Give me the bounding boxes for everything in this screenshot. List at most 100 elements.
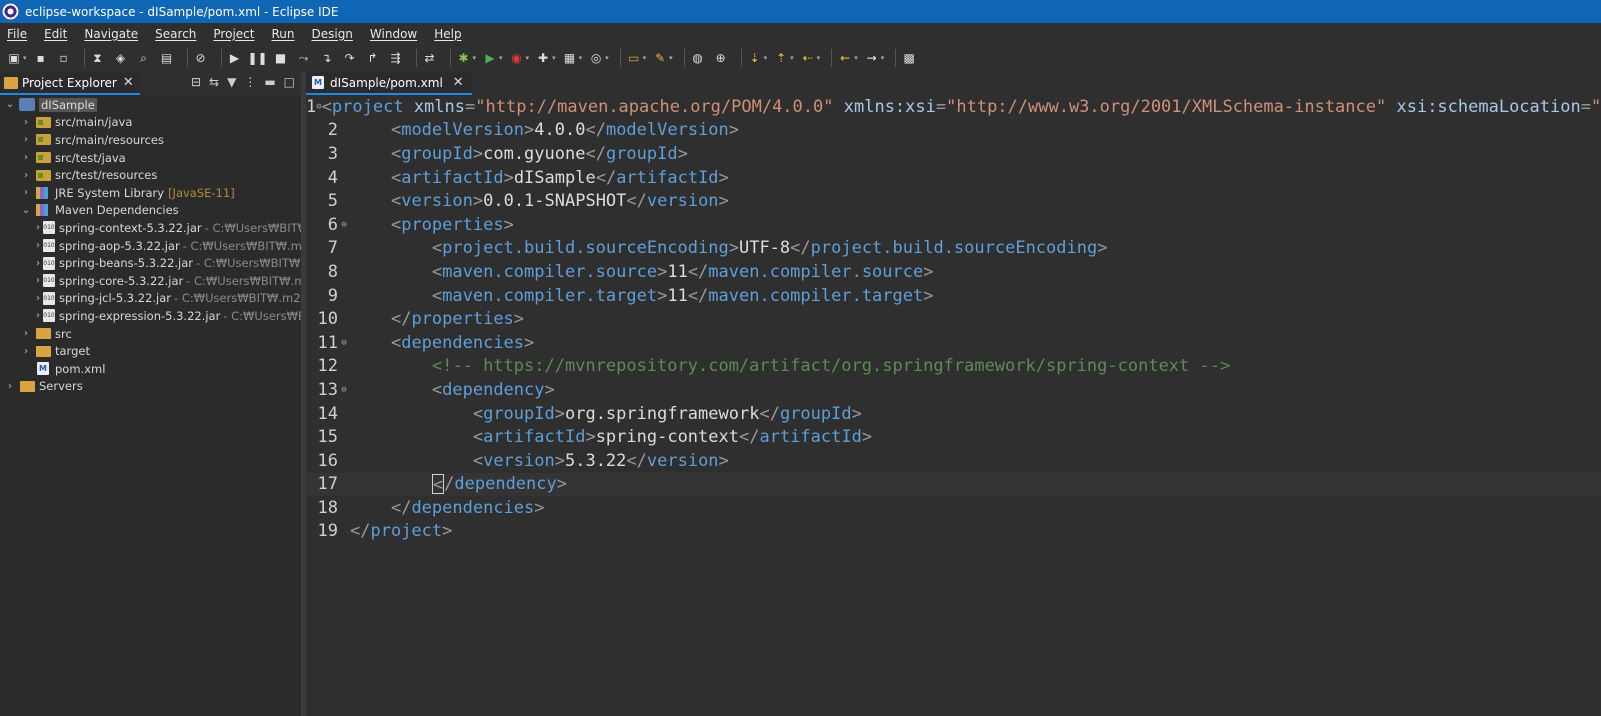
use-step-filters-icon[interactable]: ⇶ xyxy=(388,50,404,66)
new-java-project-icon[interactable]: ▦ xyxy=(562,50,578,66)
open-folder-icon[interactable]: ▭ xyxy=(626,50,642,66)
chevron-down-icon[interactable]: ▾ xyxy=(552,54,556,62)
tree-item[interactable]: › JRE System Library [JavaSE-11] xyxy=(0,184,301,202)
maximize-icon[interactable]: □ xyxy=(284,75,295,89)
code-line[interactable]: 7 <project.build.sourceEncoding>UTF-8</p… xyxy=(306,237,1601,261)
annotation-up-icon[interactable]: ⇡ xyxy=(773,50,789,66)
chevron-right-icon[interactable]: › xyxy=(36,293,40,304)
tree-item[interactable]: › 010 spring-aop-5.3.22.jar - C:₩Users₩BIT₩… xyxy=(0,237,321,255)
tab-pom-xml[interactable]: M dISample/pom.xml ✕ xyxy=(306,72,472,95)
code-line[interactable]: 5 <version>0.0.1-SNAPSHOT</version> xyxy=(306,189,1601,213)
coverage-icon[interactable]: ◉ xyxy=(509,50,525,66)
tree-item[interactable]: › target xyxy=(0,342,301,360)
open-type-icon[interactable]: ⧗ xyxy=(90,50,106,66)
chevron-down-icon[interactable]: ▾ xyxy=(643,54,647,62)
chevron-down-icon[interactable]: ▾ xyxy=(473,54,477,62)
resume-icon[interactable]: ▶ xyxy=(227,50,243,66)
code-line[interactable]: 15 <artifactId>spring-context</artifactI… xyxy=(306,425,1601,449)
chevron-right-icon[interactable]: › xyxy=(36,310,40,321)
external-tools-icon[interactable]: ✚ xyxy=(535,50,551,66)
code-line[interactable]: 11 ⊖ <dependencies> xyxy=(306,331,1601,355)
open-task-icon[interactable]: ◈ xyxy=(113,50,129,66)
code-line[interactable]: 12 <!-- https://mvnrepository.com/artifa… xyxy=(306,355,1601,379)
drop-to-frame-icon[interactable]: ⇄ xyxy=(422,50,438,66)
chevron-down-icon[interactable]: ▾ xyxy=(854,54,858,62)
code-line[interactable]: 13 ⊖ <dependency> xyxy=(306,378,1601,402)
disconnect-icon[interactable]: ⤳ xyxy=(296,50,312,66)
chevron-down-icon[interactable]: ▾ xyxy=(605,54,609,62)
tree-item[interactable]: ⌄ dISample xyxy=(0,96,301,114)
suspend-icon[interactable]: ❚❚ xyxy=(247,50,267,66)
step-into-icon[interactable]: ↴ xyxy=(319,50,335,66)
code-line[interactable]: 6 ⊖ <properties> xyxy=(306,213,1601,237)
web-browser-icon[interactable]: ⊕ xyxy=(713,50,729,66)
chevron-down-icon[interactable]: ▾ xyxy=(817,54,821,62)
terminal-icon[interactable]: ▤ xyxy=(159,50,175,66)
tree-item[interactable]: ⌄ Maven Dependencies xyxy=(0,202,301,220)
tree-item[interactable]: Mpom.xml xyxy=(0,360,301,378)
save-all-icon[interactable]: ▫ xyxy=(56,50,72,66)
menu-design[interactable]: Design xyxy=(311,27,352,41)
code-line[interactable]: 10 </properties> xyxy=(306,307,1601,331)
pin-editor-icon[interactable]: ▩ xyxy=(901,50,917,66)
pencil-icon[interactable]: ✎ xyxy=(652,50,668,66)
code-line[interactable]: 16 <version>5.3.22</version> xyxy=(306,449,1601,473)
chevron-down-icon[interactable]: ⌄ xyxy=(20,205,32,216)
menu-window[interactable]: Window xyxy=(370,27,417,41)
step-over-icon[interactable]: ↷ xyxy=(342,50,358,66)
chevron-right-icon[interactable]: › xyxy=(20,170,32,181)
chevron-down-icon[interactable]: ▾ xyxy=(669,54,673,62)
back-icon[interactable]: ← xyxy=(837,50,853,66)
tree-item[interactable]: › src/main/resources xyxy=(0,131,301,149)
code-line[interactable]: 2 <modelVersion>4.0.0</modelVersion> xyxy=(306,119,1601,143)
close-icon[interactable]: ✕ xyxy=(123,75,134,90)
code-line[interactable]: 9 <maven.compiler.target>11</maven.compi… xyxy=(306,284,1601,308)
step-return-icon[interactable]: ↱ xyxy=(365,50,381,66)
chevron-down-icon[interactable]: ▾ xyxy=(499,54,503,62)
globe-icon[interactable]: ◍ xyxy=(690,50,706,66)
fold-toggle-icon[interactable]: ⊖ xyxy=(338,220,350,230)
tree-item[interactable]: › 010 spring-beans-5.3.22.jar - C:₩Users₩BI… xyxy=(0,254,334,272)
chevron-down-icon[interactable]: ▾ xyxy=(881,54,885,62)
code-line[interactable]: 14 <groupId>org.springframework</groupId… xyxy=(306,402,1601,426)
menu-file[interactable]: File xyxy=(7,27,27,41)
fold-toggle-icon[interactable]: ⊖ xyxy=(338,338,350,348)
tree-item[interactable]: › 010 spring-jcl-5.3.22.jar - C:₩Users₩BIT₩… xyxy=(0,290,317,308)
tab-project-explorer[interactable]: Project Explorer ✕ xyxy=(0,72,140,95)
menu-run[interactable]: Run xyxy=(271,27,294,41)
view-menu-icon[interactable]: ⋮ xyxy=(244,75,256,89)
skip-breakpoints-icon[interactable]: ⊘ xyxy=(193,50,209,66)
search-icon[interactable]: ⌕ xyxy=(136,50,152,66)
tree-item[interactable]: › 010 spring-expression-5.3.22.jar - C:₩Use… xyxy=(0,307,328,325)
last-edit-icon[interactable]: ⇠ xyxy=(800,50,816,66)
tree-item[interactable]: › src xyxy=(0,325,301,343)
forward-icon[interactable]: → xyxy=(864,50,880,66)
chevron-right-icon[interactable]: › xyxy=(20,152,32,163)
chevron-right-icon[interactable]: › xyxy=(36,258,40,269)
chevron-down-icon[interactable]: ▾ xyxy=(764,54,768,62)
chevron-right-icon[interactable]: › xyxy=(36,240,40,251)
menu-project[interactable]: Project xyxy=(213,27,254,41)
tree-item[interactable]: › src/test/resources xyxy=(0,166,301,184)
code-line[interactable]: 4 <artifactId>dISample</artifactId> xyxy=(306,166,1601,190)
tree-item[interactable]: › src/main/java xyxy=(0,114,301,132)
code-line[interactable]: 8 <maven.compiler.source>11</maven.compi… xyxy=(306,260,1601,284)
filter-icon[interactable]: ▼ xyxy=(227,75,236,89)
code-editor[interactable]: 1 ⊖ <project xmlns="http://maven.apache.or… xyxy=(306,95,1601,716)
chevron-right-icon[interactable]: › xyxy=(20,117,32,128)
chevron-right-icon[interactable]: › xyxy=(20,328,32,339)
terminate-icon[interactable]: ■ xyxy=(273,50,289,66)
code-line[interactable]: 1 ⊖ <project xmlns="http://maven.apache.or… xyxy=(306,95,1601,119)
chevron-down-icon[interactable]: ▾ xyxy=(526,54,530,62)
chevron-right-icon[interactable]: › xyxy=(36,275,40,286)
collapse-all-icon[interactable]: ⊟ xyxy=(191,75,201,89)
chevron-right-icon[interactable]: › xyxy=(20,187,32,198)
tree-item[interactable]: › 010 spring-context-5.3.22.jar - C:₩Users₩… xyxy=(0,219,343,237)
annotation-down-icon[interactable]: ⇣ xyxy=(747,50,763,66)
chevron-right-icon[interactable]: › xyxy=(36,222,40,233)
chevron-right-icon[interactable]: › xyxy=(20,346,32,357)
tree-item[interactable]: › src/test/java xyxy=(0,149,301,167)
code-line[interactable]: 18 </dependencies> xyxy=(306,496,1601,520)
chevron-down-icon[interactable]: ▾ xyxy=(790,54,794,62)
link-with-editor-icon[interactable]: ⇆ xyxy=(209,75,219,89)
